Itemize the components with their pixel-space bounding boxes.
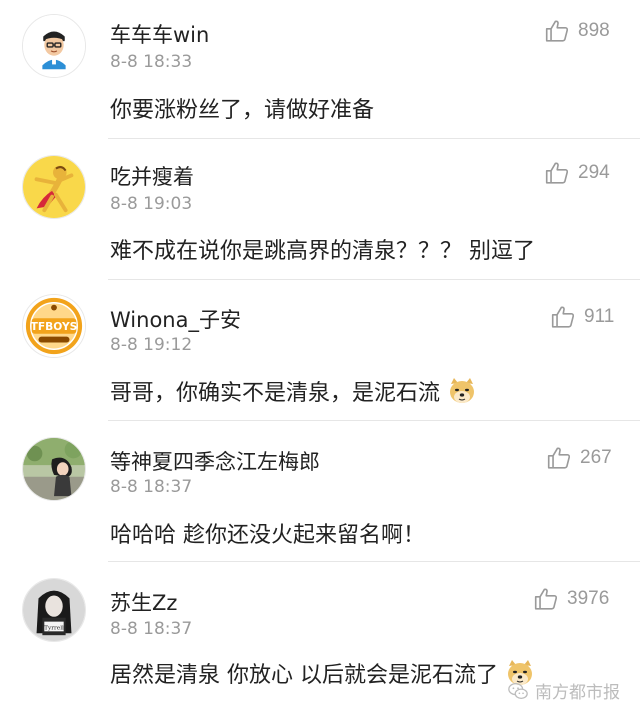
avatar[interactable] xyxy=(22,155,86,219)
comment-username[interactable]: 等神夏四季念江左梅郎 xyxy=(110,446,320,476)
avatar[interactable]: Tyrrell xyxy=(22,578,86,642)
like-button[interactable]: 3976 xyxy=(533,586,609,612)
svg-text:TFBOYS: TFBOYS xyxy=(31,320,78,333)
doge-emoji-icon xyxy=(450,378,475,403)
wechat-icon xyxy=(508,682,528,699)
comment-username[interactable]: Winona_子安 xyxy=(110,304,241,334)
photo-girl-avatar-icon xyxy=(23,438,85,500)
comment-timestamp: 8-8 18:37 xyxy=(110,619,193,639)
comment-text-body: 哥哥，你确实不是清泉，是泥石流 xyxy=(110,381,441,406)
svg-text:Tyrrell: Tyrrell xyxy=(44,625,64,631)
thumbs-up-icon xyxy=(545,162,569,184)
watermark: 南方都市报 xyxy=(507,678,620,703)
thumbs-up-icon xyxy=(551,306,575,328)
like-count: 294 xyxy=(578,162,610,183)
like-count: 3976 xyxy=(567,588,610,609)
like-button[interactable]: 911 xyxy=(550,304,614,330)
comment-item: 等神夏四季念江左梅郎 8-8 18:37 哈哈哈 趁你还没火起来留名啊！ 267 xyxy=(0,421,640,561)
like-count: 898 xyxy=(578,20,610,41)
comment-username[interactable]: 车车车win xyxy=(110,19,209,49)
cartoon-boy-avatar-icon xyxy=(23,15,85,77)
like-button[interactable]: 294 xyxy=(544,160,610,186)
comment-timestamp: 8-8 19:12 xyxy=(110,335,193,355)
avatar[interactable] xyxy=(22,14,86,78)
avatar[interactable] xyxy=(22,437,86,501)
comment-timestamp: 8-8 18:37 xyxy=(110,477,193,497)
comment-username[interactable]: 苏生Zz xyxy=(110,587,177,617)
comment-text: 哥哥，你确实不是清泉，是泥石流 xyxy=(110,375,477,407)
comment-item: 吃并瘦着 8-8 19:03 难不成在说你是跳高界的清泉？？？ 别逗了 294 xyxy=(0,139,640,279)
comment-username[interactable]: 吃并瘦着 xyxy=(110,161,194,191)
comment-timestamp: 8-8 18:33 xyxy=(110,52,193,72)
comment-text: 居然是清泉 你放心 以后就会是泥石流了 xyxy=(110,657,535,689)
comment-item: TFBOYS Winona_子安 8-8 19:12 哥哥，你确实不是清泉，是泥… xyxy=(0,280,640,420)
avatar[interactable]: TFBOYS xyxy=(22,294,86,358)
cartoon-dancer-avatar-icon xyxy=(23,156,85,218)
photo-girl-bw-avatar-icon: Tyrrell xyxy=(23,579,85,641)
like-count: 911 xyxy=(584,306,615,327)
comment-text: 哈哈哈 趁你还没火起来留名啊！ xyxy=(110,523,425,548)
thumbs-up-icon xyxy=(545,20,569,42)
thumbs-up-icon xyxy=(547,447,571,469)
comment-text: 你要涨粉丝了，请做好准备 xyxy=(110,98,375,123)
like-count: 267 xyxy=(580,447,612,468)
thumbs-up-icon xyxy=(534,588,558,610)
comment-text-body: 居然是清泉 你放心 以后就会是泥石流了 xyxy=(110,663,498,688)
like-button[interactable]: 267 xyxy=(546,445,612,471)
comment-item: 车车车win 8-8 18:33 你要涨粉丝了，请做好准备 898 xyxy=(0,0,640,138)
watermark-text: 南方都市报 xyxy=(535,683,620,703)
tfboys-badge-avatar-icon: TFBOYS xyxy=(23,295,85,357)
comment-text: 难不成在说你是跳高界的清泉？？？ 别逗了 xyxy=(110,239,535,264)
like-button[interactable]: 898 xyxy=(544,18,610,44)
comment-timestamp: 8-8 19:03 xyxy=(110,194,193,214)
